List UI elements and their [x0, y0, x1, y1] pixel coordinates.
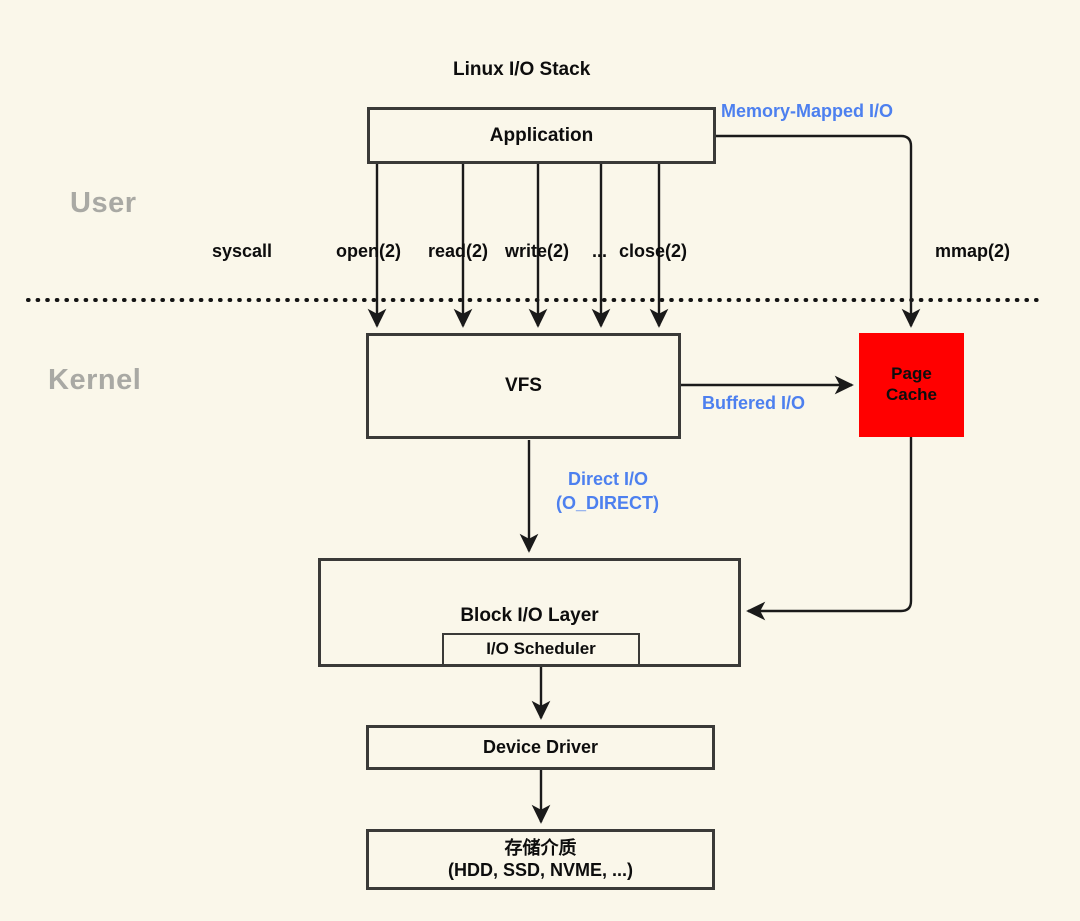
path-label-direct-io-line2: (O_DIRECT) [556, 493, 659, 513]
linux-io-stack-diagram: Linux I/O Stack User Kernel Application … [0, 0, 1080, 921]
path-label-buffered-io: Buffered I/O [702, 393, 806, 413]
node-storage-media[interactable]: 存储介质 (HDD, SSD, NVME, ...) [366, 829, 715, 890]
node-application[interactable]: Application [367, 107, 716, 164]
node-storage-media-label-line1: 存储介质 [504, 837, 577, 858]
node-vfs-label: VFS [505, 375, 542, 397]
syscall-label-open: open(2) [336, 241, 401, 261]
syscall-label-ellipsis: ... [592, 241, 608, 261]
page-cache-to-block-io-arrow [746, 437, 913, 621]
node-io-scheduler-label: I/O Scheduler [486, 639, 596, 659]
node-page-cache[interactable]: Page Cache [859, 333, 964, 437]
zone-label-kernel: Kernel [48, 364, 142, 396]
path-label-direct-io-line1: Direct I/O [568, 469, 649, 489]
zone-label-user: User [70, 187, 137, 219]
node-page-cache-label-line1: Page [891, 364, 932, 384]
node-io-scheduler[interactable]: I/O Scheduler [442, 633, 640, 666]
syscall-label-mmap: mmap(2) [935, 241, 1011, 261]
node-device-driver[interactable]: Device Driver [366, 725, 715, 770]
node-application-label: Application [489, 124, 594, 146]
syscall-label-read: read(2) [428, 241, 489, 261]
diagram-title: Linux I/O Stack [453, 59, 591, 80]
syscall-group-label: syscall [212, 241, 273, 261]
path-label-memory-mapped-io: Memory-Mapped I/O [721, 101, 894, 121]
mmap-path-arrow [716, 134, 921, 328]
node-page-cache-label-line2: Cache [885, 385, 938, 404]
node-storage-media-label-line2: (HDD, SSD, NVME, ...) [447, 859, 633, 880]
syscall-label-close: close(2) [619, 241, 688, 261]
node-block-io-layer-label: Block I/O Layer [460, 605, 599, 626]
node-vfs[interactable]: VFS [366, 333, 681, 439]
node-device-driver-label: Device Driver [482, 736, 599, 757]
syscall-label-write: write(2) [505, 241, 570, 261]
